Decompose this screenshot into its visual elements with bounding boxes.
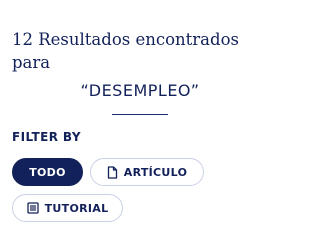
results-title: 12 Resultados encontrados para: [12, 30, 239, 72]
filter-chip-label: TODO: [29, 165, 66, 179]
divider: [112, 114, 168, 115]
filter-chip-articulo[interactable]: ARTÍCULO: [90, 158, 204, 186]
filter-chip-tutorial[interactable]: TUTORIAL: [12, 194, 123, 222]
filter-chip-label: ARTÍCULO: [123, 165, 188, 179]
document-icon: [107, 165, 118, 179]
list-icon: [26, 202, 39, 214]
filter-chip-todo[interactable]: TODO: [12, 158, 83, 186]
filter-by-label: FILTER BY: [12, 130, 81, 144]
search-term: “DESEMPLEO”: [80, 81, 200, 100]
filter-chip-label: TUTORIAL: [44, 201, 109, 215]
